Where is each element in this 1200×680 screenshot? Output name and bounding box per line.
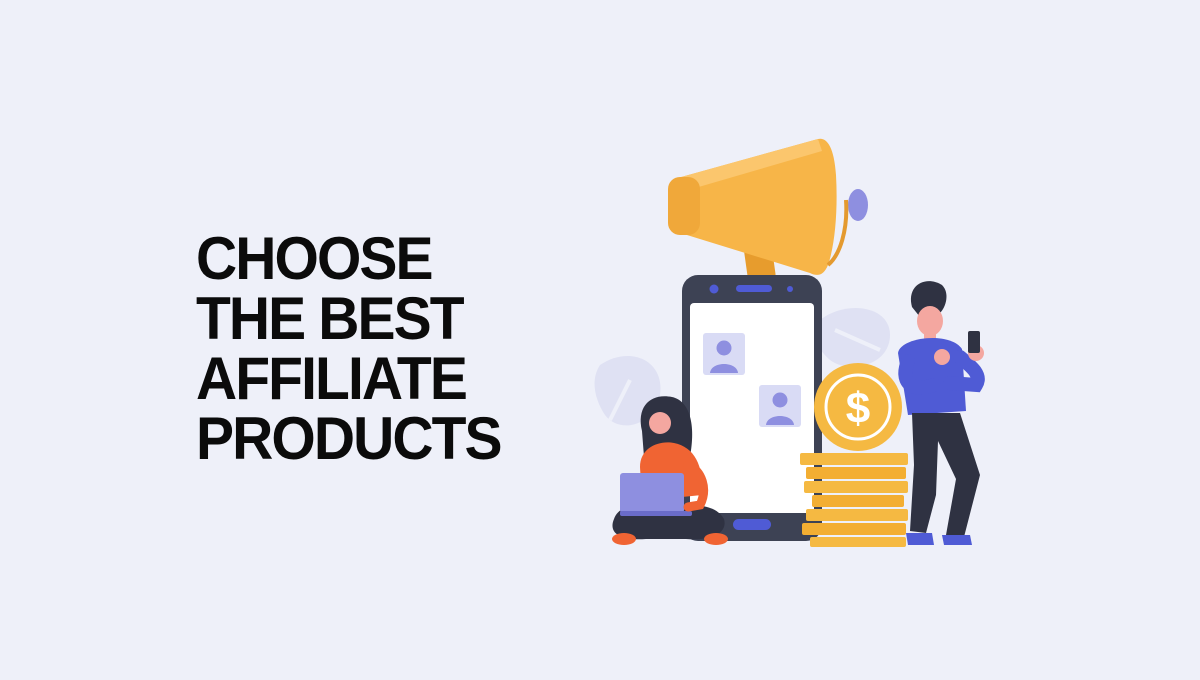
affiliate-illustration: $ [594,138,985,547]
profile-card-icon [703,333,745,375]
dollar-coin-icon: $ [814,363,902,451]
headline: CHOOSE THE BEST AFFILIATE PRODUCTS [196,225,503,472]
headline-line-2: THE BEST [196,285,465,352]
headline-line-3: AFFILIATE [196,345,468,412]
headline-line-1: CHOOSE [196,225,434,292]
coin-stack-icon [800,453,908,547]
megaphone-icon [668,138,868,282]
hero-banner: CHOOSE THE BEST AFFILIATE PRODUCTS $ [0,0,1200,680]
coin-symbol: $ [846,384,870,433]
man-with-phone [898,281,985,545]
headline-line-4: PRODUCTS [196,405,503,472]
profile-card-icon [759,385,801,427]
